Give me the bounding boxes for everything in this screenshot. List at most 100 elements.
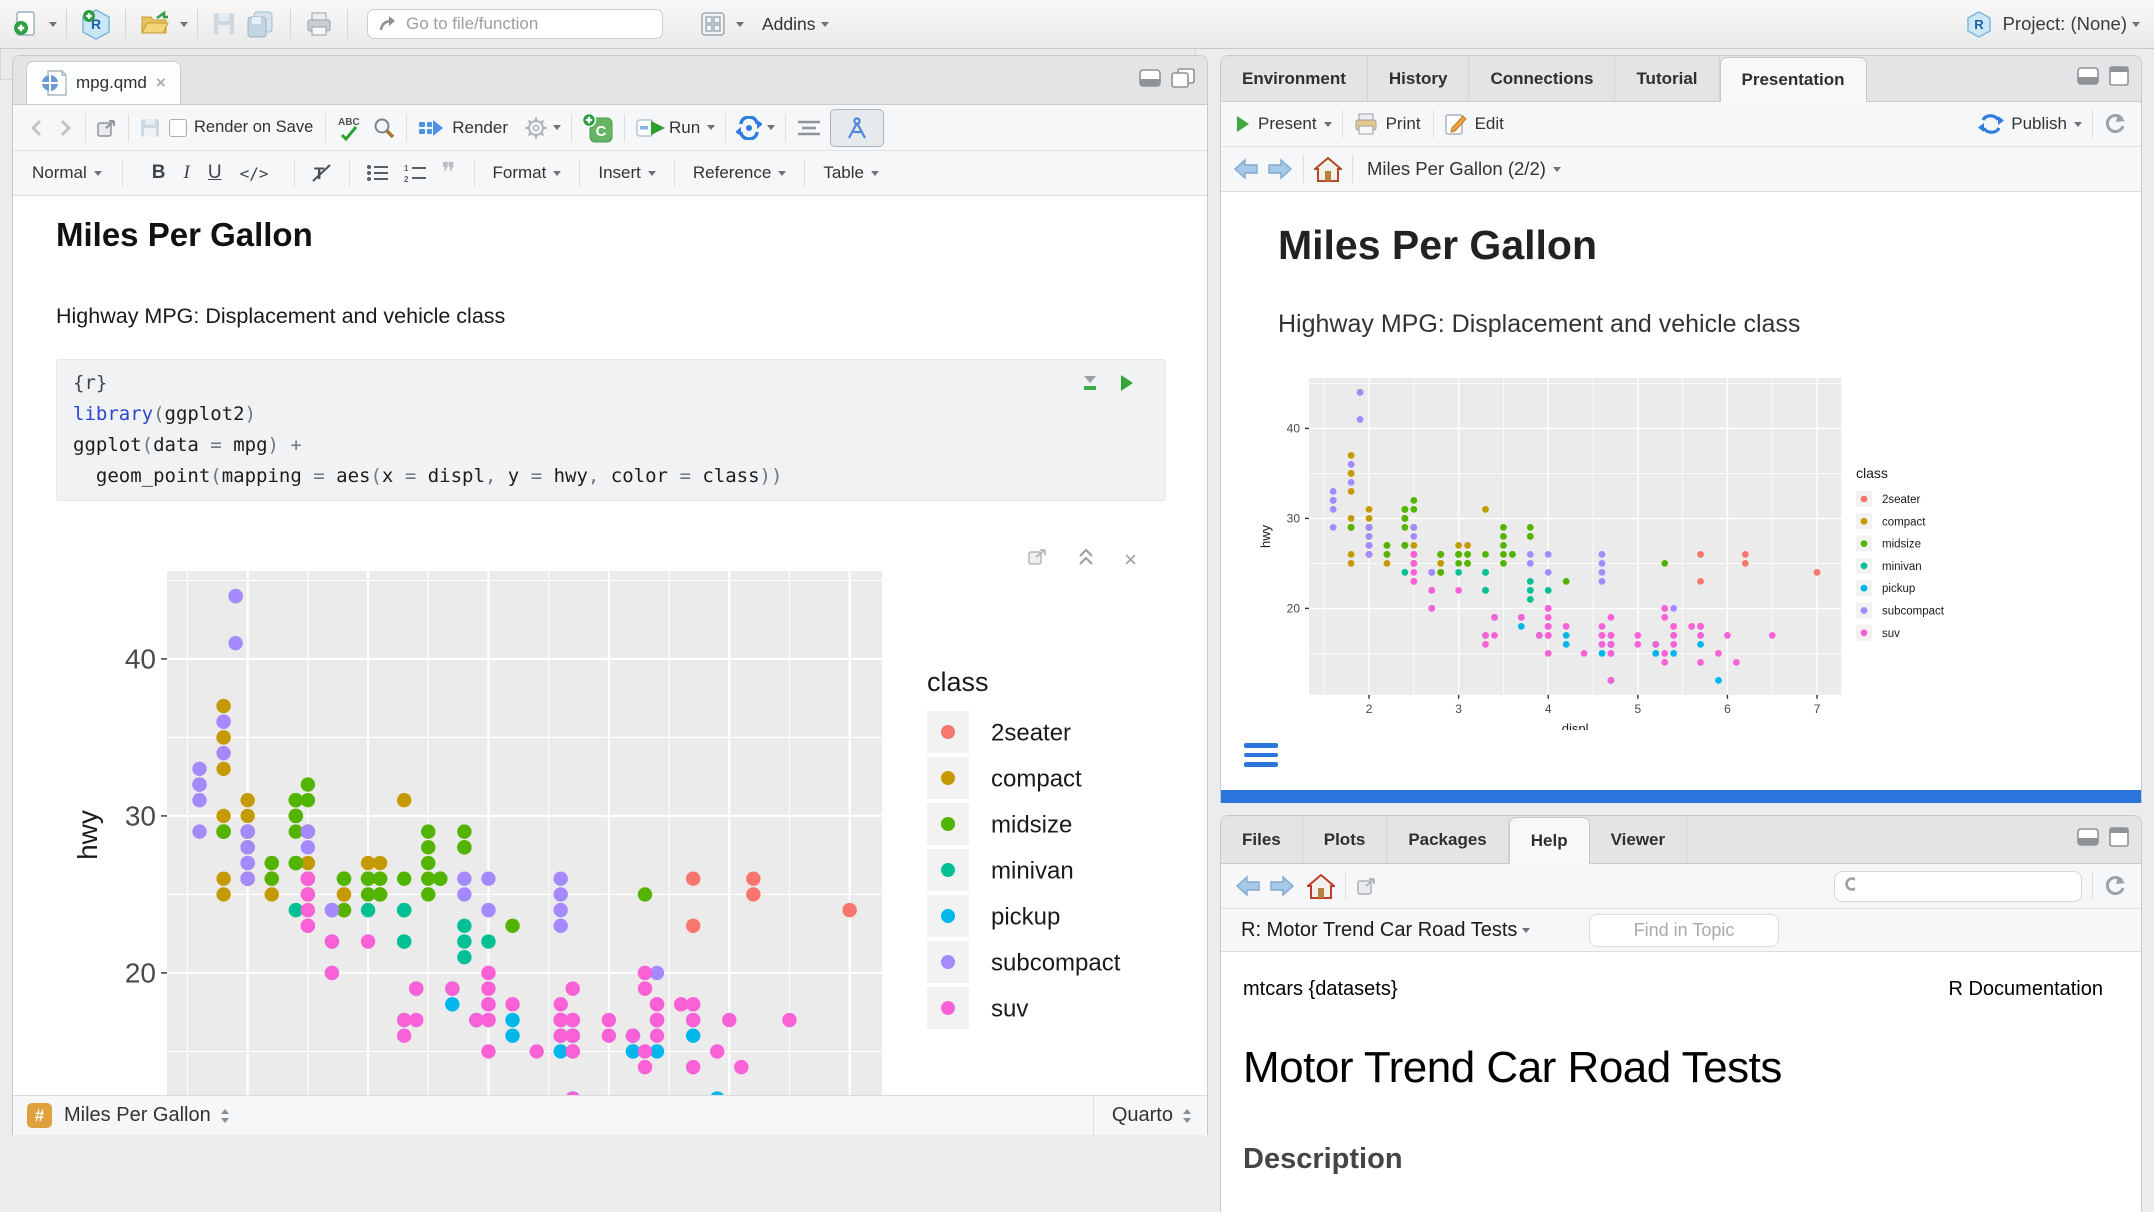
slide-forward-icon[interactable] [1267, 158, 1293, 180]
project-menu[interactable]: Project: (None) [2003, 13, 2127, 35]
slide-home-icon[interactable] [1314, 156, 1342, 182]
format-menu[interactable]: Format [493, 163, 547, 183]
insert-menu[interactable]: Insert [598, 163, 641, 183]
edit-button[interactable]: Edit [1475, 114, 1504, 134]
popout-help-icon[interactable] [1356, 876, 1378, 896]
underline-button[interactable]: U [199, 162, 231, 184]
help-forward-icon[interactable] [1269, 875, 1295, 897]
paragraph-style-select[interactable]: Normal [32, 163, 87, 183]
help-topic-title[interactable]: R: Motor Trend Car Road Tests [1241, 919, 1517, 942]
minimize-pane-icon[interactable] [1139, 69, 1161, 92]
reference-dropdown[interactable] [778, 171, 786, 176]
save-button[interactable] [207, 4, 241, 44]
render-on-save-checkbox[interactable] [169, 119, 187, 137]
outline-updown-icon[interactable] [219, 1107, 231, 1125]
insert-chunk-button[interactable]: C [582, 113, 614, 143]
tab-presentation[interactable]: Presentation [1720, 57, 1867, 102]
reference-menu[interactable]: Reference [693, 163, 771, 183]
minimize-pane-icon[interactable] [2077, 828, 2099, 851]
tab-viewer[interactable]: Viewer [1590, 816, 1688, 863]
italic-button[interactable]: I [175, 162, 199, 184]
pane-layout-dropdown[interactable] [736, 22, 744, 27]
print-button[interactable]: Print [1386, 114, 1421, 134]
tab-close-icon[interactable]: × [156, 73, 166, 93]
spellcheck-icon[interactable]: ABC [336, 115, 362, 141]
find-in-topic-input[interactable] [1589, 914, 1779, 947]
bold-button[interactable]: B [143, 162, 175, 184]
bullet-list-icon[interactable] [366, 163, 390, 183]
tab-history[interactable]: History [1368, 56, 1470, 101]
addins-menu[interactable]: Addins [762, 14, 816, 35]
blockquote-icon[interactable]: ❞ [442, 158, 456, 188]
refresh-presentation-icon[interactable] [2103, 112, 2127, 136]
file-type-label[interactable]: Quarto [1112, 1104, 1173, 1127]
outline-location[interactable]: Miles Per Gallon [64, 1104, 211, 1127]
project-dropdown[interactable] [2132, 22, 2140, 27]
forward-icon[interactable] [55, 118, 75, 138]
numbered-list-icon[interactable]: 12 [404, 163, 428, 183]
goto-file-search[interactable] [367, 9, 663, 39]
presentation-preview[interactable]: Miles Per Gallon Highway MPG: Displaceme… [1221, 192, 2141, 794]
back-icon[interactable] [27, 118, 47, 138]
present-button[interactable]: Present [1258, 114, 1317, 134]
editor-tab-mpg-qmd[interactable]: mpg.qmd × [26, 61, 181, 104]
settings-gear-icon[interactable] [524, 116, 548, 140]
run-button[interactable]: Run [669, 118, 700, 138]
code-format-button[interactable]: </> [231, 164, 278, 183]
filetype-updown-icon[interactable] [1181, 1107, 1193, 1125]
tab-connections[interactable]: Connections [1469, 56, 1615, 101]
render-button[interactable]: Render [452, 118, 508, 138]
format-dropdown[interactable] [553, 171, 561, 176]
rerun-dropdown[interactable] [767, 125, 775, 130]
slide-menu-icon[interactable] [1244, 743, 1278, 772]
table-menu[interactable]: Table [823, 163, 864, 183]
document-canvas[interactable]: Miles Per Gallon Highway MPG: Displaceme… [13, 196, 1207, 1099]
popout-editor-icon[interactable] [96, 118, 118, 138]
tab-environment[interactable]: Environment [1221, 56, 1368, 101]
render-settings-dropdown[interactable] [553, 125, 561, 130]
tab-packages[interactable]: Packages [1387, 816, 1508, 863]
help-search-box[interactable] [1834, 871, 2082, 902]
tab-files[interactable]: Files [1221, 816, 1303, 863]
maximize-pane-icon[interactable] [1171, 68, 1195, 93]
r-code-chunk[interactable]: {r}library(ggplot2)ggplot(data = mpg) + … [56, 359, 1166, 501]
publish-dropdown[interactable] [2074, 122, 2082, 127]
rerun-icon[interactable] [736, 116, 762, 140]
search-doc-icon[interactable] [372, 116, 396, 140]
pane-focus-divider[interactable] [1221, 790, 2141, 803]
run-chunks-above-icon[interactable] [1081, 374, 1099, 397]
outline-toggle-icon[interactable] [796, 118, 822, 138]
run-dropdown[interactable] [707, 125, 715, 130]
help-back-icon[interactable] [1235, 875, 1261, 897]
publish-button[interactable]: Publish [2011, 114, 2067, 134]
help-search-input[interactable] [1861, 876, 2072, 896]
tab-plots[interactable]: Plots [1303, 816, 1388, 863]
help-document[interactable]: mtcars {datasets} R Documentation Motor … [1221, 952, 2141, 1212]
open-file-button[interactable] [135, 4, 175, 44]
goto-file-input[interactable] [404, 13, 652, 35]
insert-dropdown[interactable] [648, 171, 656, 176]
new-project-button[interactable]: R [76, 4, 116, 44]
paragraph-style-dropdown[interactable] [94, 171, 102, 176]
help-home-icon[interactable] [1307, 873, 1335, 899]
minimize-pane-icon[interactable] [2077, 67, 2099, 90]
clear-formatting-icon[interactable]: T [311, 163, 333, 183]
new-file-dropdown[interactable] [49, 22, 57, 27]
open-file-dropdown[interactable] [180, 22, 188, 27]
slide-back-icon[interactable] [1233, 158, 1259, 180]
addins-dropdown[interactable] [821, 22, 829, 27]
maximize-pane-icon[interactable] [2109, 827, 2129, 852]
new-file-button[interactable] [8, 4, 44, 44]
visual-editor-toggle[interactable] [830, 109, 884, 147]
maximize-pane-icon[interactable] [2109, 66, 2129, 91]
help-topic-dropdown[interactable] [1522, 928, 1530, 933]
slide-title-dropdown[interactable] [1553, 167, 1561, 172]
tab-tutorial[interactable]: Tutorial [1615, 56, 1719, 101]
save-doc-icon[interactable] [139, 117, 161, 139]
table-dropdown[interactable] [871, 171, 879, 176]
save-all-button[interactable] [241, 4, 281, 44]
slide-title-menu[interactable]: Miles Per Gallon (2/2) [1367, 158, 1546, 180]
refresh-help-icon[interactable] [2103, 874, 2127, 898]
print-button[interactable] [300, 4, 338, 44]
run-chunk-icon[interactable] [1119, 374, 1135, 397]
